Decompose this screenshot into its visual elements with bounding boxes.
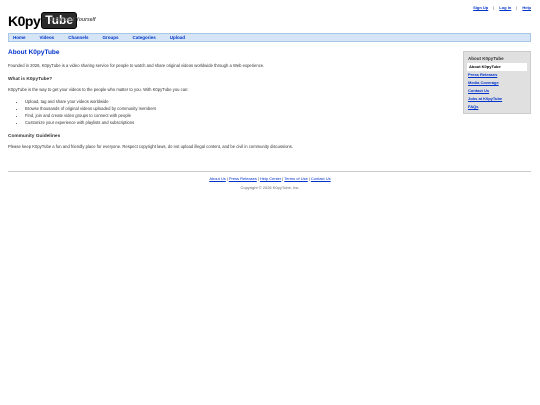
nav-upload[interactable]: Upload — [170, 35, 185, 40]
top-links: Sign Up | Log In | Help — [473, 5, 531, 10]
sidebar-item-media-coverage[interactable]: Media Coverage — [468, 79, 526, 87]
intro-text: Founded in 2026, K0pyTube is a video sha… — [8, 63, 265, 68]
sidebar-item-faqs[interactable]: FAQs — [468, 103, 526, 111]
footer-links: About Us|Press Releases|Help Center|Term… — [0, 176, 540, 181]
sign-up-link[interactable]: Sign Up — [473, 5, 488, 10]
sidebar-heading: About K0pyTube — [468, 56, 504, 61]
footer-divider — [8, 171, 531, 172]
separator: | — [493, 5, 495, 10]
list-item: Find, join and create video groups to co… — [25, 112, 448, 119]
separator: | — [257, 176, 259, 181]
feature-list: Upload, tag and share your videos worldw… — [8, 98, 448, 126]
separator: | — [226, 176, 228, 181]
main-nav: Home Videos Channels Groups Categories U… — [8, 33, 531, 42]
nav-videos[interactable]: Videos — [40, 35, 55, 40]
sidebar-item-press-releases[interactable]: Press Releases — [468, 71, 526, 79]
sidebar-item-jobs[interactable]: Jobs at K0pyTube — [468, 95, 526, 103]
footer-contact-us-link[interactable]: Contact Us — [311, 176, 331, 181]
sidebar-item-contact-us[interactable]: Contact Us — [468, 87, 526, 95]
footer-help-center-link[interactable]: Help Center — [260, 176, 281, 181]
nav-channels[interactable]: Channels — [68, 35, 88, 40]
log-in-link[interactable]: Log In — [499, 5, 511, 10]
separator: | — [308, 176, 310, 181]
footer-terms-link[interactable]: Terms of Use — [284, 176, 308, 181]
nav-categories[interactable]: Categories — [132, 35, 155, 40]
sidebar-item-about[interactable]: About K0pyTube — [467, 63, 527, 71]
footer-about-us-link[interactable]: About Us — [209, 176, 225, 181]
list-item: Upload, tag and share your videos worldw… — [25, 98, 448, 105]
about-sidebar: About K0pyTube About K0pyTube Press Rele… — [463, 51, 531, 114]
copyright-text: Copyright © 2026 K0pyTube, Inc. — [240, 185, 300, 190]
what-is-text: K0pyTube is the way to get your videos t… — [8, 87, 189, 92]
separator: | — [516, 5, 518, 10]
tagline: Broadcast Yourself — [50, 17, 96, 23]
guidelines-text: Please keep K0pyTube a fun and friendly … — [8, 144, 293, 149]
list-item: Browse thousands of original videos uplo… — [25, 105, 448, 112]
page-title: About K0pyTube — [8, 49, 60, 56]
list-item: Customize your experience with playlists… — [25, 119, 448, 126]
logo-text-k: K0py — [8, 12, 41, 29]
guidelines-heading: Community Guidelines — [8, 134, 61, 139]
footer-press-releases-link[interactable]: Press Releases — [229, 176, 257, 181]
main-content: About K0pyTube Founded in 2026, K0pyTube… — [8, 49, 448, 158]
help-link[interactable]: Help — [522, 5, 531, 10]
what-is-heading: What is K0pyTube? — [8, 77, 53, 82]
nav-groups[interactable]: Groups — [102, 35, 118, 40]
nav-home[interactable]: Home — [13, 35, 26, 40]
